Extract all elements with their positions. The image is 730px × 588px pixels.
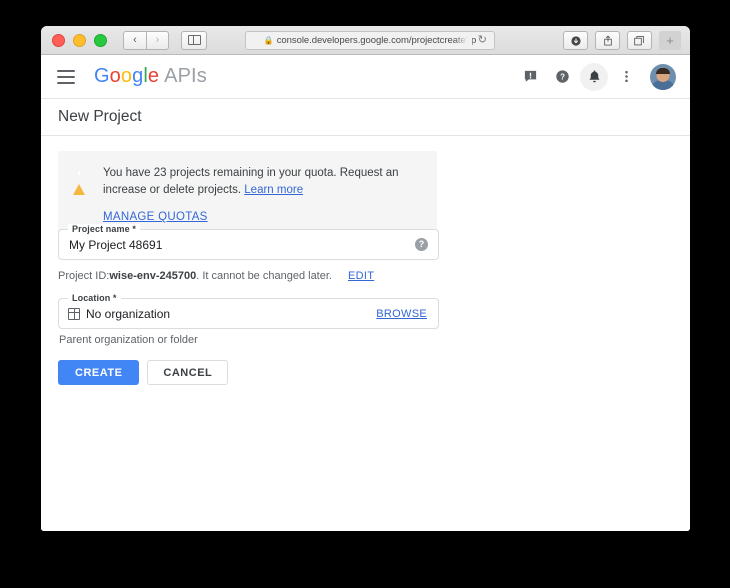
page-content: You have 23 projects remaining in your q…	[41, 136, 690, 531]
zoom-window-button[interactable]	[94, 33, 107, 47]
project-id-prefix: Project ID:	[58, 270, 110, 282]
reload-icon[interactable]: ↻	[478, 35, 487, 46]
project-name-help-icon[interactable]: ?	[415, 238, 428, 251]
logo-letter-g: G	[94, 65, 110, 87]
project-name-input[interactable]: Project name * My Project 48691 ?	[58, 224, 439, 260]
manage-quotas-link[interactable]: MANAGE QUOTAS	[103, 211, 208, 223]
page-title: New Project	[58, 108, 142, 125]
quota-notice-body: You have 23 projects remaining in your q…	[58, 165, 437, 225]
logo-letter-o2: o	[120, 65, 133, 87]
logo-letter-e: e	[147, 65, 160, 87]
hamburger-line	[57, 69, 75, 72]
new-tab-button[interactable]: +	[659, 31, 681, 50]
cancel-button[interactable]: CANCEL	[147, 360, 229, 385]
page-title-bar: New Project	[41, 99, 690, 136]
share-icon[interactable]	[595, 31, 620, 50]
url-text: console.developers.google.com/projectcre…	[276, 35, 477, 46]
logo-letter-g2: g	[132, 65, 144, 87]
window-controls	[52, 33, 107, 47]
bell-glyph	[589, 70, 599, 83]
project-id-value: wise-env-245700	[109, 270, 197, 282]
form-actions: CREATE CANCEL	[58, 360, 229, 385]
help-glyph: ?	[555, 70, 569, 83]
sidebar-toggle-button[interactable]	[181, 30, 207, 50]
project-id-row: Project ID: wise-env-245700 . It cannot …	[58, 270, 374, 282]
share-glyph	[603, 35, 612, 46]
sidebar-icon	[187, 35, 201, 45]
hamburger-icon[interactable]	[57, 69, 75, 84]
google-apis-logo[interactable]: Google APIs	[94, 65, 207, 88]
project-name-value: My Project 48691	[69, 237, 163, 252]
minimize-window-button[interactable]	[73, 33, 86, 47]
url-fade-overlay	[454, 33, 472, 48]
tab-overview-glyph	[634, 35, 644, 45]
organization-icon	[68, 307, 80, 320]
location-label: Location *	[68, 293, 121, 303]
svg-text:?: ?	[560, 73, 565, 82]
help-icon[interactable]: ?	[548, 63, 576, 91]
close-window-button[interactable]	[52, 33, 65, 47]
edit-project-id-link[interactable]: EDIT	[348, 270, 374, 282]
logo-letter-o1: o	[109, 65, 121, 87]
more-options-icon[interactable]	[612, 63, 640, 91]
avatar-hair	[656, 67, 670, 74]
forward-button[interactable]: ›	[146, 30, 169, 50]
back-button[interactable]: ‹	[123, 30, 146, 50]
hamburger-line	[57, 75, 75, 78]
quota-notice-text: You have 23 projects remaining in your q…	[103, 165, 437, 225]
browser-window: ‹ › 🔒 console.developers.google.com/proj…	[41, 26, 690, 531]
notifications-icon[interactable]	[580, 62, 608, 91]
downloads-icon[interactable]	[563, 31, 588, 50]
create-button[interactable]: CREATE	[58, 360, 140, 385]
kebab-glyph	[624, 70, 628, 83]
feedback-glyph	[524, 70, 536, 82]
app-header-actions: ?	[516, 62, 676, 91]
hamburger-line	[57, 81, 75, 84]
feedback-icon[interactable]	[516, 63, 544, 91]
location-helper-text: Parent organization or folder	[59, 334, 198, 346]
browser-titlebar: ‹ › 🔒 console.developers.google.com/proj…	[41, 26, 690, 55]
warning-triangle	[73, 167, 85, 195]
app-header: Google APIs ?	[41, 55, 690, 99]
warning-icon	[73, 165, 99, 225]
lock-icon: 🔒	[263, 35, 274, 45]
learn-more-link[interactable]: Learn more	[244, 184, 303, 196]
browser-toolbar-right: +	[563, 31, 681, 50]
navigation-buttons: ‹ ›	[123, 30, 169, 50]
downloads-glyph	[570, 35, 581, 46]
address-bar[interactable]: 🔒 console.developers.google.com/projectc…	[245, 31, 495, 50]
location-input[interactable]: Location * No organization BROWSE	[58, 293, 439, 329]
user-avatar[interactable]	[650, 63, 676, 90]
logo-suffix-apis: APIs	[164, 65, 207, 87]
quota-message: You have 23 projects remaining in your q…	[103, 165, 419, 198]
project-name-label: Project name *	[68, 224, 140, 234]
location-value: No organization	[86, 306, 171, 321]
project-id-suffix: . It cannot be changed later.	[196, 270, 332, 282]
tab-overview-icon[interactable]	[627, 31, 652, 50]
browse-location-link[interactable]: BROWSE	[376, 308, 427, 320]
